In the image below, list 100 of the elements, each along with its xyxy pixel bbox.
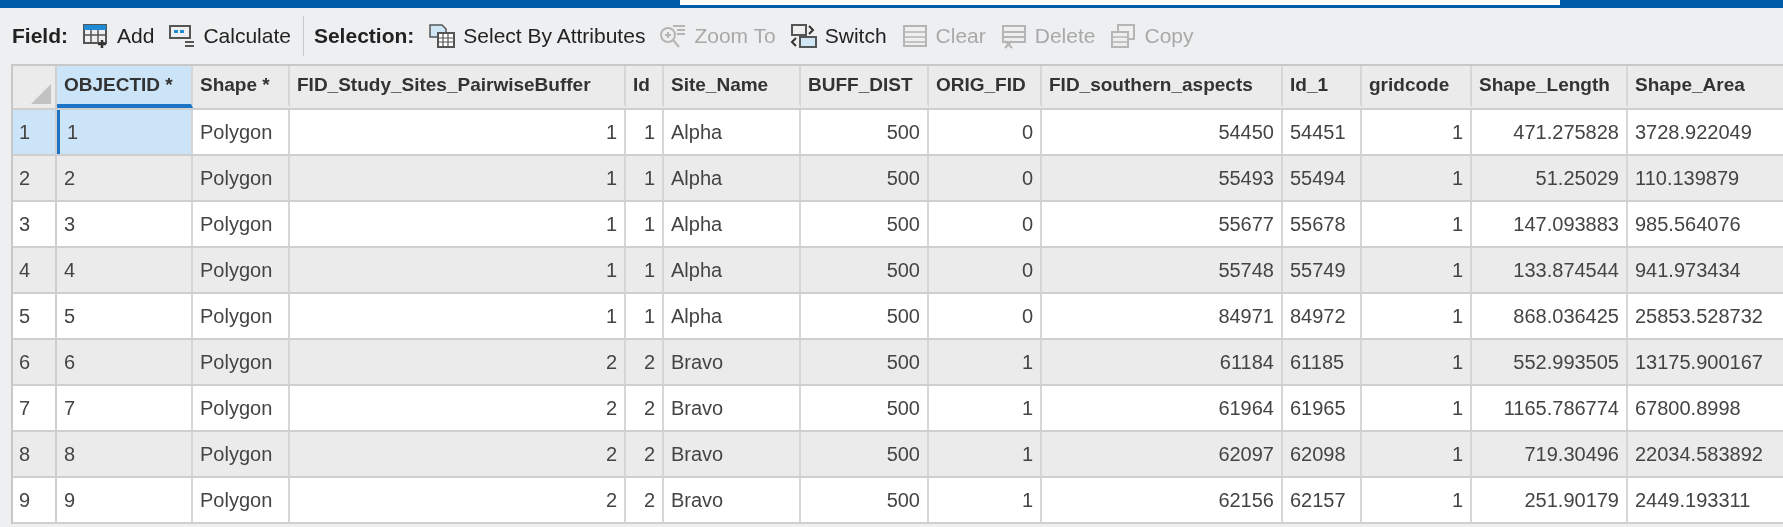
table-cell: 1 (290, 248, 626, 292)
table-cell: 1 (929, 386, 1042, 430)
table-cell: 1 (626, 110, 664, 154)
table-cell: 1 (929, 432, 1042, 476)
table-cell: 1 (626, 294, 664, 338)
table-cell: 2 (290, 432, 626, 476)
table-cell: 500 (801, 478, 929, 522)
table-cell: 1 (1362, 248, 1472, 292)
table-cell: 1 (290, 202, 626, 246)
toolbar-button[interactable]: Calculate (168, 23, 291, 49)
table-cell: 1 (1362, 156, 1472, 200)
table-cell: 9 (57, 478, 193, 522)
table-cell: 55749 (1283, 248, 1362, 292)
column-header[interactable]: Shape * (193, 66, 290, 108)
table-cell: 84972 (1283, 294, 1362, 338)
table-cell: 1 (1362, 340, 1472, 384)
table-cell: 62157 (1283, 478, 1362, 522)
table-cell: 1 (1362, 478, 1472, 522)
toolbar-button[interactable]: Add (82, 23, 155, 49)
table-icon (900, 23, 929, 49)
row-header[interactable]: 5 (13, 294, 57, 338)
table-cell: 0 (929, 110, 1042, 154)
table-cell: 51.25029 (1472, 156, 1628, 200)
table-cell: 985.564076 (1628, 202, 1783, 246)
column-header[interactable]: Id (626, 66, 664, 108)
table-cell: 54451 (1283, 110, 1362, 154)
table-cell: 1 (1362, 110, 1472, 154)
table-cell: Bravo (664, 386, 801, 430)
table-cell: 2 (626, 432, 664, 476)
table-cell: 2 (290, 478, 626, 522)
column-header[interactable]: BUFF_DIST (801, 66, 929, 108)
table-cell: Alpha (664, 156, 801, 200)
row-header[interactable]: 1 (13, 110, 57, 154)
table-add-icon (82, 23, 110, 49)
table-cell: 110.139879 (1628, 156, 1783, 200)
corner-triangle-icon (31, 84, 51, 104)
table-cell: 0 (929, 294, 1042, 338)
delete-rows-icon (999, 23, 1028, 49)
table-cell: 4 (57, 248, 193, 292)
table-cell: 1 (57, 110, 193, 154)
table-cell: 62098 (1283, 432, 1362, 476)
active-tab[interactable] (680, 0, 1560, 8)
column-header[interactable]: Id_1 (1283, 66, 1362, 108)
table-cell: 500 (801, 340, 929, 384)
row-header[interactable]: 6 (13, 340, 57, 384)
table-cell: 1 (1362, 432, 1472, 476)
row-header[interactable]: 3 (13, 202, 57, 246)
table-cell: 67800.8998 (1628, 386, 1783, 430)
row-header[interactable]: 9 (13, 478, 57, 522)
table-cell: 719.30496 (1472, 432, 1628, 476)
column-header[interactable]: ORIG_FID (929, 66, 1042, 108)
table-cell: 133.874544 (1472, 248, 1628, 292)
table-cell: 1 (290, 110, 626, 154)
table-cell: Polygon (193, 340, 290, 384)
table-cell: 500 (801, 432, 929, 476)
table-cell: 61964 (1042, 386, 1283, 430)
column-header[interactable]: gridcode (1362, 66, 1472, 108)
column-header[interactable]: Site_Name (664, 66, 801, 108)
table-cell: 7 (57, 386, 193, 430)
table-cell: 552.993505 (1472, 340, 1628, 384)
table-cell: Polygon (193, 432, 290, 476)
column-header[interactable]: OBJECTID * (57, 66, 193, 108)
table-cell: Bravo (664, 478, 801, 522)
table-cell: 500 (801, 386, 929, 430)
table-cell: 54450 (1042, 110, 1283, 154)
table-cell: Polygon (193, 386, 290, 430)
toolbar-button[interactable]: Select By Attributes (428, 23, 646, 49)
table-cell: 0 (929, 248, 1042, 292)
table-cell: 61184 (1042, 340, 1283, 384)
table-cell: 6 (57, 340, 193, 384)
row-header[interactable]: 7 (13, 386, 57, 430)
table-cell: 13175.900167 (1628, 340, 1783, 384)
table-cell: 55748 (1042, 248, 1283, 292)
row-header[interactable]: 2 (13, 156, 57, 200)
row-header[interactable]: 8 (13, 432, 57, 476)
table-cell: Alpha (664, 248, 801, 292)
table-cell: Alpha (664, 202, 801, 246)
table-cell: 1 (290, 156, 626, 200)
table-cell: 55494 (1283, 156, 1362, 200)
row-header[interactable]: 4 (13, 248, 57, 292)
table-cell: 1 (1362, 386, 1472, 430)
table-cell: 1 (929, 340, 1042, 384)
table-cell: Polygon (193, 110, 290, 154)
column-header[interactable]: FID_Study_Sites_PairwiseBuffer (290, 66, 626, 108)
column-header[interactable]: Shape_Area (1628, 66, 1783, 108)
table-cell: 55493 (1042, 156, 1283, 200)
table-cell: 251.90179 (1472, 478, 1628, 522)
zoom-icon (659, 23, 688, 49)
table-cell: 2 (626, 478, 664, 522)
column-header[interactable]: Shape_Length (1472, 66, 1628, 108)
table-cell: 25853.528732 (1628, 294, 1783, 338)
table-cell: 471.275828 (1472, 110, 1628, 154)
table-cell: 1165.786774 (1472, 386, 1628, 430)
toolbar-button[interactable]: Switch (789, 23, 887, 49)
table-cell: 62156 (1042, 478, 1283, 522)
table-cell: 1 (1362, 294, 1472, 338)
table-cell: Alpha (664, 294, 801, 338)
select-table-icon (428, 23, 457, 49)
column-header[interactable]: FID_southern_aspects (1042, 66, 1283, 108)
table-cell: 1 (626, 202, 664, 246)
